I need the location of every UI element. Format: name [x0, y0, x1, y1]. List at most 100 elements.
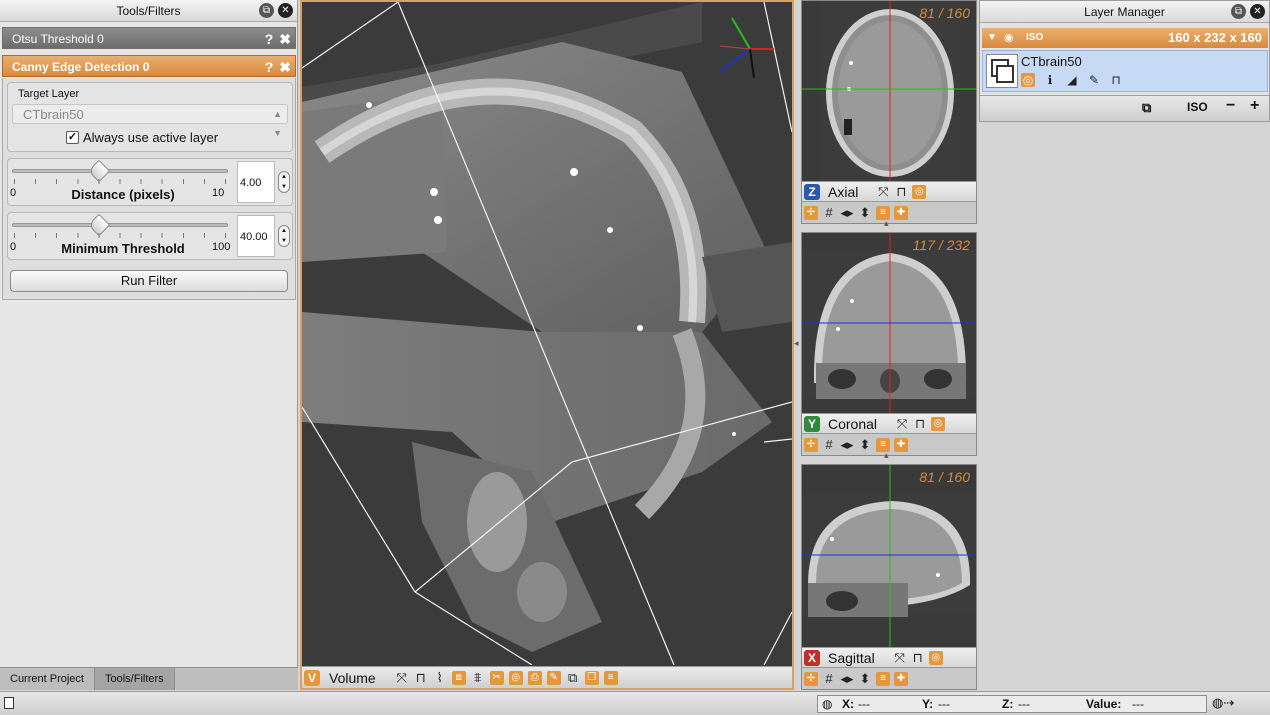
flip-vertical-icon[interactable]: ⬍: [858, 437, 872, 452]
filter-otsu-threshold[interactable]: Otsu Threshold 0 ? ✖: [2, 27, 296, 49]
app-window: Tools/Filters ⧉ ✕ Otsu Threshold 0 ? ✖ C…: [0, 0, 1270, 715]
axial-viewer[interactable]: 81 / 160 Z Axial ⤧ ⊓ ◎ ✢ # ◂▸ ⬍ ≡ ✚: [801, 0, 977, 224]
remove-layer-button[interactable]: −: [1226, 97, 1235, 115]
flip-vertical-icon[interactable]: ⬍: [858, 671, 872, 686]
sagittal-view-key[interactable]: X: [804, 649, 820, 666]
volume-clip-icon[interactable]: ⩨: [471, 670, 485, 685]
lock-icon[interactable]: ⊓: [414, 670, 428, 685]
volume-view-name[interactable]: Volume: [329, 670, 376, 686]
fit-view-icon[interactable]: ⤧: [895, 416, 909, 431]
flip-vertical-icon[interactable]: ⬍: [858, 205, 872, 220]
fit-view-icon[interactable]: ⤧: [876, 184, 890, 199]
slices-icon[interactable]: ⧈: [451, 670, 466, 685]
document-icon[interactable]: [4, 697, 14, 709]
copy-icon[interactable]: ❐: [584, 670, 599, 685]
layer-item-ctbrain50[interactable]: CTbrain50 ◎ ℹ ◢ ✎ ⊓: [982, 50, 1268, 92]
coronal-slice-image[interactable]: [802, 233, 976, 413]
cut-icon[interactable]: ✂: [489, 670, 504, 685]
filter-canny-edge-detection[interactable]: Canny Edge Detection 0 ? ✖: [2, 55, 296, 77]
splitter-handle-icon[interactable]: ▴: [884, 450, 889, 461]
sagittal-slice-image[interactable]: [802, 465, 976, 647]
volume-viewer[interactable]: V Volume ⤧ ⊓ ⌇ ⧈ ⩨ ✂ ◎ ⎙ ✎ ⧉ ❐ ≡: [300, 0, 794, 690]
flip-horizontal-icon[interactable]: ◂▸: [840, 671, 854, 686]
help-icon[interactable]: ?: [265, 28, 274, 50]
always-active-row[interactable]: ✓ Always use active layer: [66, 130, 218, 145]
distance-input[interactable]: 4.00: [237, 161, 275, 203]
lock-icon[interactable]: ⊓: [911, 650, 925, 665]
coordinate-readout: ◍ X: --- Y: --- Z: --- Value: ---: [817, 695, 1207, 713]
crosshair-icon[interactable]: ✢: [804, 671, 818, 686]
eye-icon[interactable]: ◉: [1004, 28, 1014, 48]
add-layer-button[interactable]: +: [1250, 97, 1259, 115]
volume-toolbar: V Volume ⤧ ⊓ ⌇ ⧈ ⩨ ✂ ◎ ⎙ ✎ ⧉ ❐ ≡: [302, 666, 792, 688]
grid-icon[interactable]: #: [822, 205, 836, 220]
flip-horizontal-icon[interactable]: ◂▸: [840, 437, 854, 452]
flip-horizontal-icon[interactable]: ◂▸: [840, 205, 854, 220]
edit-icon[interactable]: ✎: [546, 670, 561, 685]
threshold-stepper[interactable]: ▲ ▼: [278, 225, 290, 247]
picking-icon[interactable]: ✚: [894, 671, 908, 686]
close-icon[interactable]: ✕: [278, 3, 293, 18]
print-icon[interactable]: ⎙: [527, 670, 542, 685]
distance-ticks: [14, 179, 226, 184]
notes-icon[interactable]: ≡: [603, 670, 618, 685]
iso-surface-icon[interactable]: ◎: [508, 670, 523, 685]
axial-slice-image[interactable]: [802, 1, 976, 181]
help-icon[interactable]: ?: [265, 56, 274, 78]
distance-slider[interactable]: [12, 159, 228, 183]
collapse-triangle-icon[interactable]: ▼: [987, 28, 997, 48]
slices-icon[interactable]: ◎: [928, 650, 943, 665]
close-filter-icon[interactable]: ✖: [279, 28, 291, 50]
grid-icon[interactable]: #: [822, 671, 836, 686]
close-icon[interactable]: ✕: [1250, 4, 1265, 19]
restore-icon[interactable]: ⧉: [259, 3, 274, 18]
slices-icon[interactable]: ◎: [931, 416, 946, 431]
lock-icon[interactable]: ⊓: [913, 416, 927, 431]
always-active-checkbox[interactable]: ✓: [66, 131, 79, 144]
windows-icon[interactable]: ⧉: [566, 670, 580, 685]
globe-icon[interactable]: ◍: [822, 697, 832, 711]
crosshair-icon[interactable]: ✢: [804, 205, 818, 220]
grid-icon[interactable]: #: [822, 437, 836, 452]
threshold-slider[interactable]: [12, 213, 228, 237]
opacity-icon[interactable]: ◢: [1065, 73, 1079, 87]
run-filter-button[interactable]: Run Filter: [10, 270, 288, 292]
tab-current-project[interactable]: Current Project: [0, 668, 95, 690]
layer-name[interactable]: CTbrain50: [1021, 54, 1082, 69]
coronal-view-key[interactable]: Y: [804, 415, 820, 432]
crosshair-icon[interactable]: ✢: [804, 437, 818, 452]
tab-tools-filters[interactable]: Tools/Filters: [94, 668, 175, 690]
sagittal-view-name[interactable]: Sagittal: [828, 650, 875, 666]
visibility-icon[interactable]: ◎: [1021, 73, 1035, 87]
brush-icon[interactable]: ✎: [1087, 73, 1101, 87]
close-filter-icon[interactable]: ✖: [279, 56, 291, 78]
new-group-icon[interactable]: ⧉: [1142, 100, 1151, 116]
splitter-handle-icon[interactable]: ◂: [794, 338, 799, 349]
info-icon[interactable]: ℹ: [1043, 73, 1057, 87]
iso-button[interactable]: ISO: [1187, 100, 1208, 114]
pick-mode-icon[interactable]: ◍⇢: [1212, 695, 1234, 711]
fit-view-icon[interactable]: ⤧: [395, 670, 409, 685]
coronal-viewer[interactable]: 117 / 232 Y Coronal ⤧ ⊓ ◎ ✢ # ◂▸ ⬍ ≡ ✚: [801, 232, 977, 456]
target-layer-select[interactable]: CTbrain50 ▲ ▼: [12, 104, 288, 138]
fit-view-icon[interactable]: ⤧: [893, 650, 907, 665]
layer-group-iso[interactable]: ▼ ◉ ISO 160 x 232 x 160: [982, 28, 1268, 48]
notes-icon[interactable]: ≡: [876, 671, 890, 686]
lock-icon[interactable]: ⊓: [894, 184, 908, 199]
splitter-handle-icon[interactable]: ▴: [884, 218, 889, 229]
measure-icon[interactable]: ⌇: [433, 670, 447, 685]
lock-icon[interactable]: ⊓: [1109, 73, 1123, 87]
picking-icon[interactable]: ✚: [894, 437, 908, 452]
layer-thumbnail-icon[interactable]: [986, 54, 1018, 88]
picking-icon[interactable]: ✚: [894, 205, 908, 220]
axial-view-name[interactable]: Axial: [828, 184, 858, 200]
restore-icon[interactable]: ⧉: [1231, 4, 1246, 19]
volume-render[interactable]: [302, 2, 792, 665]
distance-stepper[interactable]: ▲ ▼: [278, 171, 290, 193]
threshold-input[interactable]: 40.00: [237, 215, 275, 257]
volume-view-key[interactable]: V: [304, 669, 320, 686]
axial-view-key[interactable]: Z: [804, 183, 820, 200]
sagittal-viewer[interactable]: 81 / 160 X Sagittal ⤧ ⊓ ◎ ✢ # ◂▸ ⬍ ≡ ✚: [801, 464, 977, 690]
slices-icon[interactable]: ◎: [912, 184, 927, 199]
coronal-view-name[interactable]: Coronal: [828, 416, 877, 432]
